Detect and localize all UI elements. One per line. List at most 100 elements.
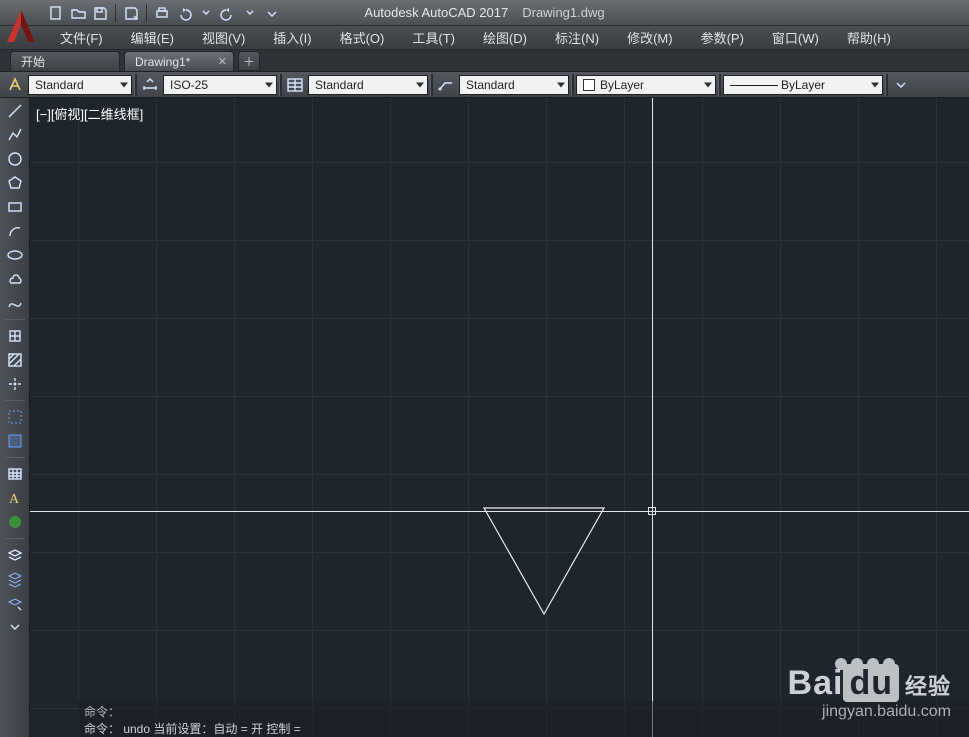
polyline-tool[interactable] bbox=[4, 124, 26, 146]
dimension-icon bbox=[141, 76, 159, 94]
region-tool[interactable] bbox=[4, 406, 26, 428]
saveas-button[interactable] bbox=[121, 3, 141, 23]
tab-drawing1[interactable]: Drawing1* ✕ bbox=[124, 51, 234, 71]
qat-customize[interactable] bbox=[262, 3, 282, 23]
layer-walk-tool[interactable] bbox=[4, 592, 26, 614]
new-tab-button[interactable]: ＋ bbox=[238, 51, 260, 71]
dim-style-combo[interactable]: ISO-25 bbox=[163, 75, 277, 95]
menu-format[interactable]: 格式(O) bbox=[326, 26, 399, 49]
toolbar-overflow[interactable] bbox=[4, 616, 26, 638]
mleader-style-button[interactable] bbox=[435, 74, 457, 96]
save-button[interactable] bbox=[90, 3, 110, 23]
combo-value: ByLayer bbox=[781, 78, 825, 92]
crosshair-horizontal bbox=[30, 511, 969, 512]
separator bbox=[115, 4, 116, 22]
redo-dropdown[interactable] bbox=[240, 3, 260, 23]
menu-modify[interactable]: 修改(M) bbox=[613, 26, 687, 49]
command-history: 命令： bbox=[84, 703, 963, 720]
menu-insert[interactable]: 插入(I) bbox=[259, 26, 325, 49]
chevron-down-icon bbox=[871, 82, 879, 87]
block-tool[interactable] bbox=[4, 325, 26, 347]
combo-value: ISO-25 bbox=[170, 78, 208, 92]
color-combo[interactable]: ByLayer bbox=[576, 75, 716, 95]
file-name: Drawing1.dwg bbox=[522, 5, 604, 20]
tab-label: 开始 bbox=[21, 53, 45, 70]
table-tool[interactable] bbox=[4, 463, 26, 485]
grid bbox=[30, 98, 969, 737]
draw-toolbar: A bbox=[0, 98, 30, 737]
separator bbox=[430, 74, 433, 96]
dim-style-button[interactable] bbox=[139, 74, 161, 96]
menu-help[interactable]: 帮助(H) bbox=[833, 26, 905, 49]
rectangle-tool[interactable] bbox=[4, 196, 26, 218]
separator bbox=[5, 457, 25, 458]
layer-states-tool[interactable] bbox=[4, 568, 26, 590]
text-style-button[interactable] bbox=[4, 74, 26, 96]
toolbar-overflow[interactable] bbox=[890, 74, 912, 96]
chevron-down-icon bbox=[557, 82, 565, 87]
undo-dropdown[interactable] bbox=[196, 3, 216, 23]
text-style-combo[interactable]: Standard bbox=[28, 75, 132, 95]
combo-value: Standard bbox=[466, 78, 515, 92]
new-button[interactable] bbox=[46, 3, 66, 23]
print-button[interactable] bbox=[152, 3, 172, 23]
table-icon bbox=[286, 76, 304, 94]
tab-label: Drawing1* bbox=[135, 55, 190, 69]
crosshair-vertical bbox=[652, 98, 653, 737]
chevron-down-icon bbox=[416, 82, 424, 87]
menu-param[interactable]: 参数(P) bbox=[687, 26, 758, 49]
separator bbox=[5, 538, 25, 539]
arc-tool[interactable] bbox=[4, 220, 26, 242]
combo-value: Standard bbox=[315, 78, 364, 92]
menu-draw[interactable]: 绘图(D) bbox=[469, 26, 541, 49]
lineweight-combo[interactable]: ByLayer bbox=[723, 75, 883, 95]
layer-tool[interactable] bbox=[4, 544, 26, 566]
redo-button[interactable] bbox=[218, 3, 238, 23]
app-name: Autodesk AutoCAD 2017 bbox=[364, 5, 508, 20]
menu-window[interactable]: 窗口(W) bbox=[758, 26, 833, 49]
menu-file[interactable]: 文件(F) bbox=[46, 26, 117, 49]
mleader-style-combo[interactable]: Standard bbox=[459, 75, 569, 95]
circle-tool[interactable] bbox=[4, 148, 26, 170]
svg-text:A: A bbox=[9, 492, 20, 507]
ellipse-tool[interactable] bbox=[4, 244, 26, 266]
polygon-tool[interactable] bbox=[4, 172, 26, 194]
text-a-icon bbox=[6, 76, 24, 94]
separator bbox=[885, 74, 888, 96]
combo-value: Standard bbox=[35, 78, 84, 92]
main-area: A [−][俯视][二维线框] 命令： 命令： undo 当前设置：自动 = 开… bbox=[0, 98, 969, 737]
line-tool[interactable] bbox=[4, 100, 26, 122]
table-style-combo[interactable]: Standard bbox=[308, 75, 428, 95]
mtext-tool[interactable]: A bbox=[4, 487, 26, 509]
separator bbox=[5, 319, 25, 320]
separator bbox=[134, 74, 137, 96]
mleader-icon bbox=[437, 76, 455, 94]
hatch-tool[interactable] bbox=[4, 349, 26, 371]
menu-tools[interactable]: 工具(T) bbox=[398, 26, 469, 49]
revcloud-tool[interactable] bbox=[4, 268, 26, 290]
app-logo[interactable] bbox=[2, 2, 40, 50]
open-button[interactable] bbox=[68, 3, 88, 23]
point-tool[interactable] bbox=[4, 373, 26, 395]
boundary-tool[interactable] bbox=[4, 430, 26, 452]
menu-bar: 文件(F) 编辑(E) 视图(V) 插入(I) 格式(O) 工具(T) 绘图(D… bbox=[0, 26, 969, 50]
command-line[interactable]: 命令： 命令： undo 当前设置：自动 = 开 控制 = bbox=[78, 701, 969, 737]
viewport-controls[interactable]: [−][俯视][二维线框] bbox=[36, 104, 143, 123]
autocad-a-icon bbox=[4, 6, 38, 46]
chevron-down-icon bbox=[704, 82, 712, 87]
undo-button[interactable] bbox=[174, 3, 194, 23]
menu-dim[interactable]: 标注(N) bbox=[541, 26, 613, 49]
close-icon[interactable]: ✕ bbox=[218, 55, 227, 68]
crosshair-pickbox bbox=[648, 507, 656, 515]
drawing-canvas[interactable]: [−][俯视][二维线框] 命令： 命令： undo 当前设置：自动 = 开 控… bbox=[30, 98, 969, 737]
gradient-tool[interactable] bbox=[4, 511, 26, 533]
table-style-button[interactable] bbox=[284, 74, 306, 96]
spline-tool[interactable] bbox=[4, 292, 26, 314]
menu-edit[interactable]: 编辑(E) bbox=[117, 26, 188, 49]
menu-view[interactable]: 视图(V) bbox=[188, 26, 259, 49]
separator bbox=[5, 400, 25, 401]
tab-start[interactable]: 开始 bbox=[10, 51, 120, 71]
separator bbox=[146, 4, 147, 22]
separator bbox=[718, 74, 721, 96]
quick-access-toolbar bbox=[46, 0, 282, 25]
